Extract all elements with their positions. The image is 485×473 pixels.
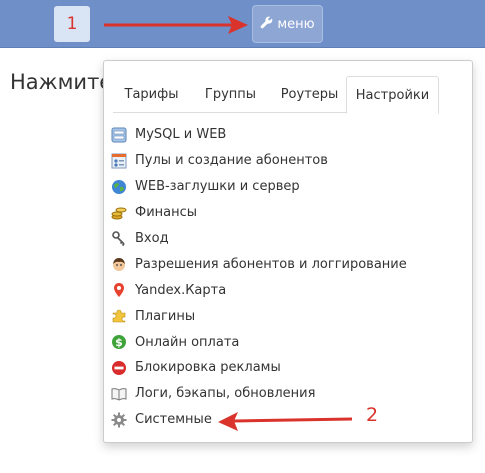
menu-item-label: Разрешения абонентов и логгирование <box>135 256 407 272</box>
menu-button-label: меню <box>277 16 315 32</box>
settings-menu-list: MySQL и WEB Пулы и создание абонентов WE… <box>111 122 407 433</box>
tab-tariffs[interactable]: Тарифы <box>113 76 190 113</box>
keys-icon <box>111 230 127 247</box>
map-pin-icon <box>111 282 127 298</box>
menu-item-plugins[interactable]: Плагины <box>111 303 407 329</box>
tab-routers[interactable]: Роутеры <box>271 76 348 113</box>
menu-item-web-stubs[interactable]: WEB-заглушки и сервер <box>111 174 407 200</box>
top-navbar: 1 меню <box>0 0 485 48</box>
step-badge-1: 1 <box>54 6 90 42</box>
menu-item-label: Вход <box>135 231 169 246</box>
menu-item-permissions[interactable]: Разрешения абонентов и логгирование <box>111 251 407 277</box>
menu-item-login[interactable]: Вход <box>111 226 407 252</box>
tab-label: Тарифы <box>124 87 179 102</box>
tab-settings[interactable]: Настройки <box>346 76 439 114</box>
menu-item-finance[interactable]: Финансы <box>111 200 407 226</box>
menu-item-label: WEB-заглушки и сервер <box>135 179 300 195</box>
menu-item-mysql-web[interactable]: MySQL и WEB <box>111 122 407 148</box>
user-list-icon <box>111 153 127 169</box>
menu-item-online-payment[interactable]: $ Онлайн оплата <box>111 329 407 355</box>
settings-dropdown: Тарифы Группы Роутеры Настройки MySQL и … <box>103 60 473 443</box>
menu-item-label: MySQL и WEB <box>135 127 227 143</box>
page-heading: Нажмите <box>10 70 110 94</box>
menu-item-yandex-map[interactable]: Yandex.Карта <box>111 277 407 303</box>
menu-item-label: Пулы и создание абонентов <box>135 153 328 169</box>
gear-icon <box>111 412 127 428</box>
no-entry-icon <box>111 360 127 376</box>
step-number-1: 1 <box>66 14 78 34</box>
step-number-2: 2 <box>366 404 379 426</box>
database-icon <box>111 127 127 143</box>
menu-button[interactable]: меню <box>252 5 323 43</box>
menu-item-label: Yandex.Карта <box>135 282 227 298</box>
tab-label: Роутеры <box>280 87 339 102</box>
menu-item-logs-backups[interactable]: Логи, бэкапы, обновления <box>111 381 407 407</box>
wrench-icon <box>260 16 273 33</box>
menu-item-label: Логи, бэкапы, обновления <box>135 386 316 402</box>
menu-item-label: Онлайн оплата <box>135 334 240 350</box>
menu-item-label: Плагины <box>135 308 196 324</box>
user-face-icon <box>111 256 127 272</box>
coins-icon <box>111 205 127 221</box>
tab-groups[interactable]: Группы <box>192 76 269 113</box>
globe-icon <box>111 179 127 195</box>
puzzle-icon <box>111 308 127 324</box>
dollar-icon: $ <box>111 334 127 350</box>
menu-item-label: Системные <box>135 412 212 428</box>
menu-item-system[interactable]: Системные <box>111 407 407 433</box>
menu-item-label: Финансы <box>135 205 198 221</box>
menu-item-pools[interactable]: Пулы и создание абонентов <box>111 148 407 174</box>
book-icon <box>111 386 127 402</box>
tab-label: Настройки <box>355 87 430 103</box>
menu-item-ad-blocking[interactable]: Блокировка рекламы <box>111 355 407 381</box>
tab-bar: Тарифы Группы Роутеры Настройки <box>113 76 439 114</box>
menu-item-label: Блокировка рекламы <box>135 360 281 376</box>
tab-label: Группы <box>204 87 257 102</box>
svg-text:$: $ <box>115 336 123 349</box>
